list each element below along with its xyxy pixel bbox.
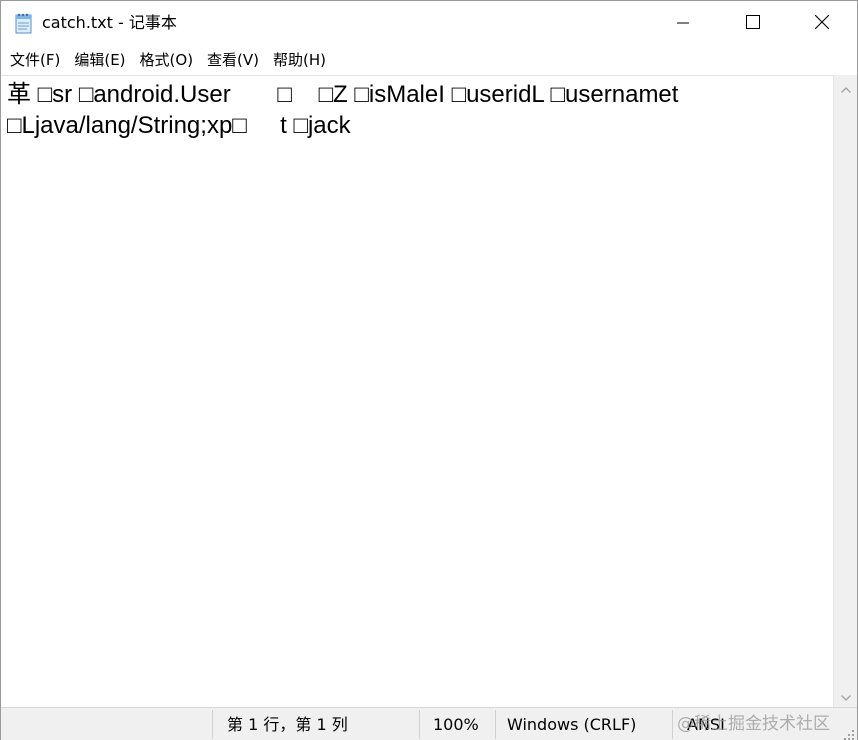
cursor-position: 第 1 行，第 1 列: [227, 715, 348, 734]
text-editor[interactable]: 革 □sr □android.User □ □Z □isMaleI □useri…: [1, 75, 833, 707]
menu-bar: 文件(F) 编辑(E) 格式(O) 查看(V) 帮助(H): [1, 45, 857, 75]
resize-grip-icon[interactable]: [843, 726, 855, 740]
maximize-icon: [746, 14, 760, 33]
close-button[interactable]: [787, 1, 857, 45]
watermark: @稀土掘金技术社区: [677, 714, 830, 734]
maximize-button[interactable]: [718, 1, 788, 45]
scroll-up-button[interactable]: [834, 75, 858, 99]
scroll-down-button[interactable]: [834, 683, 858, 707]
title-bar[interactable]: catch.txt - 记事本: [1, 1, 857, 45]
menu-format[interactable]: 格式(O): [133, 45, 201, 75]
chevron-up-icon: [841, 78, 851, 97]
minimize-button[interactable]: [648, 1, 718, 45]
notepad-window: catch.txt - 记事本 文件(F) 编辑(E) 格式(O) 查看(V) …: [0, 0, 858, 740]
status-bar: 第 1 行，第 1 列 100% Windows (CRLF) ANSI @稀土…: [1, 707, 857, 740]
status-divider: [672, 710, 673, 739]
status-divider: [495, 710, 496, 739]
line-ending: Windows (CRLF): [507, 715, 637, 734]
menu-view[interactable]: 查看(V): [200, 45, 266, 75]
editor-line: □Ljava/lang/String;xp□ t □jack: [7, 112, 351, 139]
notepad-icon: [14, 12, 34, 34]
editor-content[interactable]: 革 □sr □android.User □ □Z □isMaleI □useri…: [7, 79, 678, 141]
menu-edit[interactable]: 编辑(E): [67, 45, 132, 75]
chevron-down-icon: [841, 686, 851, 705]
close-icon: [814, 14, 830, 33]
zoom-level: 100%: [433, 715, 479, 734]
editor-line: 革 □sr □android.User □ □Z □isMaleI □useri…: [7, 81, 679, 108]
window-title: catch.txt - 记事本: [42, 13, 177, 32]
vertical-scrollbar[interactable]: [833, 75, 857, 707]
menu-file[interactable]: 文件(F): [3, 45, 67, 75]
status-divider: [419, 710, 420, 739]
status-divider: [212, 710, 213, 739]
minimize-icon: [677, 14, 689, 33]
menu-help[interactable]: 帮助(H): [266, 45, 333, 75]
